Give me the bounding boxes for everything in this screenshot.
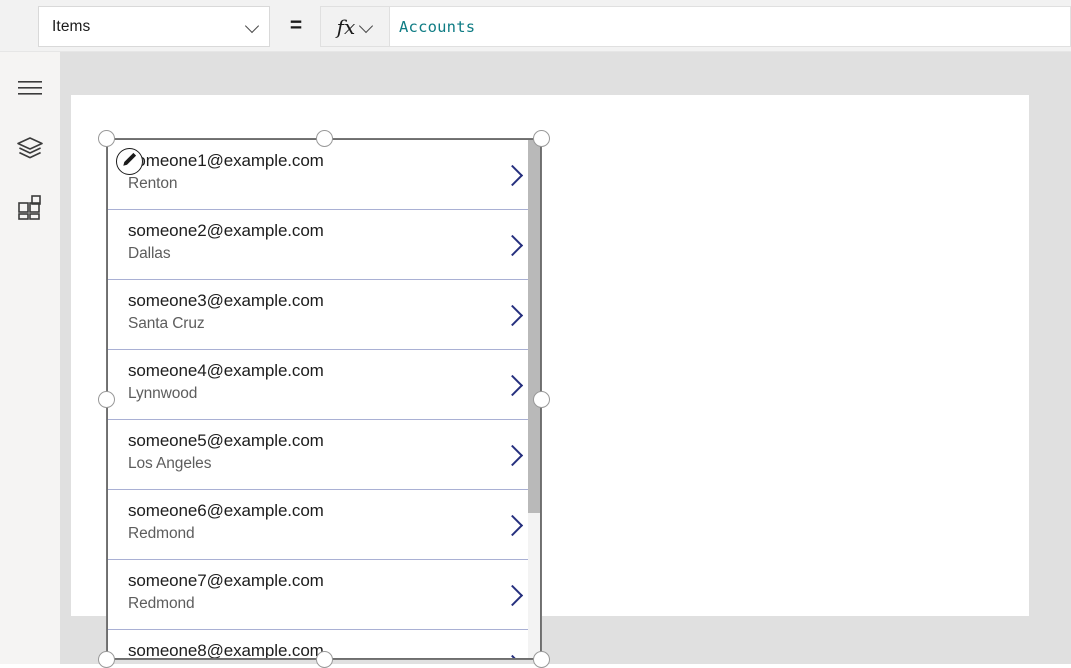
- gallery-item-subtitle: Santa Cruz: [128, 315, 205, 333]
- gallery-item-title: someone3@example.com: [128, 291, 324, 311]
- chevron-down-icon: [246, 20, 259, 33]
- gallery-row-list: someone1@example.com Renton someone2@examp…: [108, 140, 540, 659]
- gallery-item[interactable]: someone1@example.com Renton: [108, 140, 540, 210]
- pencil-icon: [121, 151, 138, 173]
- resize-handle-top-center[interactable]: [316, 130, 333, 147]
- fx-label: fx: [337, 15, 356, 39]
- accounts-gallery[interactable]: someone1@example.com Renton someone2@examp…: [107, 139, 541, 659]
- property-dropdown[interactable]: Items: [38, 6, 270, 47]
- gallery-item[interactable]: someone4@example.com Lynnwood: [108, 350, 540, 420]
- property-dropdown-value: Items: [52, 18, 246, 36]
- gallery-item-title: someone4@example.com: [128, 361, 324, 381]
- menu-icon: [18, 79, 42, 97]
- tree-view-icon: [16, 136, 44, 160]
- gallery-item-title: someone2@example.com: [128, 221, 324, 241]
- insert-button[interactable]: [0, 186, 60, 230]
- chevron-right-icon[interactable]: [504, 654, 520, 659]
- app-screen[interactable]: someone1@example.com Renton someone2@examp…: [71, 95, 1029, 616]
- resize-handle-top-right[interactable]: [533, 130, 550, 147]
- gallery-item-title: someone8@example.com: [128, 641, 324, 659]
- gallery-item-subtitle: Redmond: [128, 595, 195, 613]
- gallery-scrollbar-thumb[interactable]: [528, 140, 540, 513]
- gallery-item-subtitle: Lynnwood: [128, 385, 197, 403]
- gallery-item-subtitle: Dallas: [128, 245, 170, 263]
- chevron-down-icon: [360, 20, 373, 33]
- gallery-item-title: someone5@example.com: [128, 431, 324, 451]
- chevron-right-icon[interactable]: [504, 444, 520, 466]
- resize-handle-bottom-left[interactable]: [98, 651, 115, 668]
- tree-view-button[interactable]: [0, 126, 60, 170]
- chevron-right-icon[interactable]: [504, 514, 520, 536]
- gallery-item[interactable]: someone6@example.com Redmond: [108, 490, 540, 560]
- formula-text: Accounts: [399, 18, 475, 36]
- gallery-item[interactable]: someone5@example.com Los Angeles: [108, 420, 540, 490]
- resize-handle-bottom-right[interactable]: [533, 651, 550, 668]
- menu-button[interactable]: [0, 66, 60, 110]
- left-rail: [0, 52, 60, 664]
- resize-handle-top-left[interactable]: [98, 130, 115, 147]
- formula-bar: Items = fx Accounts: [0, 0, 1071, 52]
- chevron-right-icon[interactable]: [504, 304, 520, 326]
- equals-sign: =: [285, 13, 307, 39]
- gallery-item-subtitle: Renton: [128, 175, 177, 193]
- edit-gallery-button[interactable]: [116, 148, 143, 175]
- formula-input[interactable]: Accounts: [390, 6, 1071, 47]
- gallery-item[interactable]: someone3@example.com Santa Cruz: [108, 280, 540, 350]
- chevron-right-icon[interactable]: [504, 234, 520, 256]
- gallery-item-subtitle: Redmond: [128, 525, 195, 543]
- gallery-item-title: someone6@example.com: [128, 501, 324, 521]
- gallery-item[interactable]: someone7@example.com Redmond: [108, 560, 540, 630]
- gallery-item-title: someone1@example.com: [128, 151, 324, 171]
- insert-icon: [17, 195, 43, 221]
- canvas-area[interactable]: someone1@example.com Renton someone2@examp…: [60, 52, 1071, 664]
- chevron-right-icon[interactable]: [504, 584, 520, 606]
- resize-handle-middle-left[interactable]: [98, 391, 115, 408]
- gallery-item-title: someone7@example.com: [128, 571, 324, 591]
- gallery-item[interactable]: someone2@example.com Dallas: [108, 210, 540, 280]
- chevron-right-icon[interactable]: [504, 374, 520, 396]
- gallery-item-subtitle: Los Angeles: [128, 455, 211, 473]
- fx-button[interactable]: fx: [320, 6, 390, 47]
- resize-handle-bottom-center[interactable]: [316, 651, 333, 668]
- chevron-right-icon[interactable]: [504, 164, 520, 186]
- resize-handle-middle-right[interactable]: [533, 391, 550, 408]
